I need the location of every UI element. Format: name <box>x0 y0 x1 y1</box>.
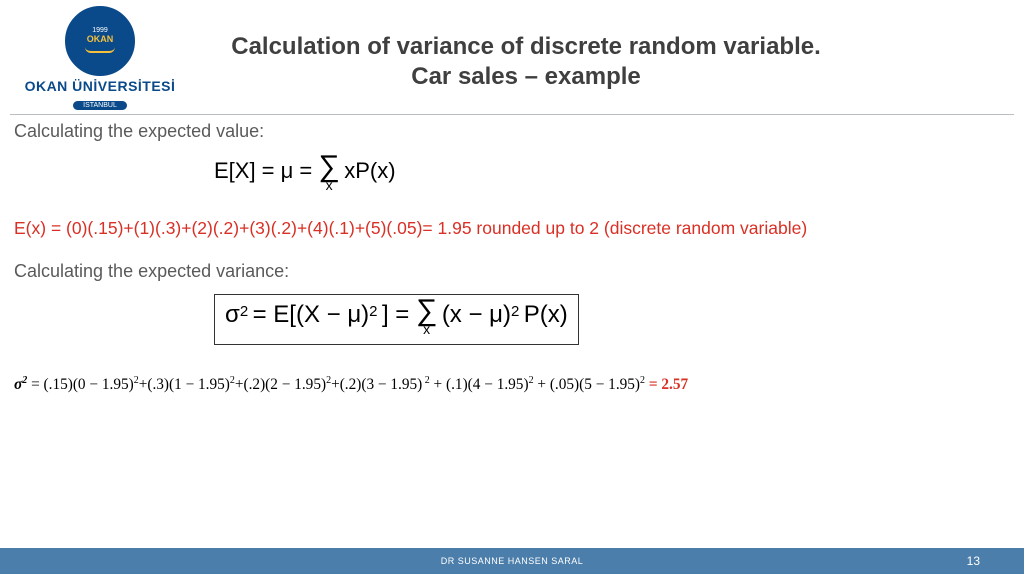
university-logo: 1999 OKAN OKAN ÜNİVERSİTESİ İSTANBUL <box>10 6 190 112</box>
summation-index: x <box>326 178 333 192</box>
sigma-symbol: σ <box>14 376 22 393</box>
slide-footer: DR SUSANNE HANSEN SARAL 13 <box>0 548 1024 574</box>
term3: +(.2)(3 − 1.95) <box>331 376 422 393</box>
expected-value-calculation: E(x) = (0)(.15)+(1)(.3)+(2)(.2)+(3)(.2)+… <box>14 218 1010 239</box>
variance-formula: σ2 = E[(X − μ)2 ] = ∑ x (x − μ)2 P(x) <box>14 292 1010 345</box>
logo-innername: OKAN <box>85 35 115 45</box>
term4: + (.1)(4 − 1.95) <box>430 376 529 393</box>
formula2-sigma: σ <box>225 301 240 328</box>
variance-label: Calculating the expected variance: <box>14 261 1010 282</box>
term2: +(.2)(2 − 1.95) <box>235 376 326 393</box>
term5: + (.05)(5 − 1.95) <box>534 376 640 393</box>
answer-value: 2.57 <box>661 376 688 393</box>
title-line-1: Calculation of variance of discrete rand… <box>198 32 854 62</box>
formula1-lhs: E[X] = μ = <box>214 158 318 183</box>
slide-header: 1999 OKAN OKAN ÜNİVERSİTESİ İSTANBUL Cal… <box>0 0 1024 112</box>
formula2-mid: = E[(X − μ) <box>253 301 370 328</box>
logo-city: İSTANBUL <box>73 101 127 110</box>
term0: = (.15)(0 − 1.95) <box>27 376 133 393</box>
logo-inner-text: 1999 OKAN <box>81 23 119 59</box>
formula2-mid2: ] = <box>382 301 416 328</box>
logo-name: OKAN ÜNİVERSİTESİ <box>10 78 190 94</box>
slide-body: Calculating the expected value: E[X] = μ… <box>0 115 1024 394</box>
summation-symbol-2: ∑ x <box>416 296 437 340</box>
formula2-rhs2: P(x) <box>524 301 568 328</box>
slide-title: Calculation of variance of discrete rand… <box>198 6 1014 92</box>
logo-circle: 1999 OKAN <box>65 6 135 76</box>
formula2-rhs: (x − μ) <box>442 301 511 328</box>
summation-index-2: x <box>423 322 430 336</box>
answer-eq: = <box>645 376 661 393</box>
footer-author: DR SUSANNE HANSEN SARAL <box>441 556 584 566</box>
expected-value-label: Calculating the expected value: <box>14 121 1010 142</box>
term1: +(.3)(1 − 1.95) <box>139 376 230 393</box>
summation-symbol: ∑ x <box>318 152 339 196</box>
expected-value-formula: E[X] = μ = ∑ x xP(x) <box>14 152 1010 196</box>
footer-page-number: 13 <box>967 554 980 568</box>
formula1-rhs: xP(x) <box>344 158 395 183</box>
variance-calculation: σ2 = (.15)(0 − 1.95)2+(.3)(1 − 1.95)2+(.… <box>14 375 1010 394</box>
title-line-2: Car sales – example <box>198 62 854 92</box>
